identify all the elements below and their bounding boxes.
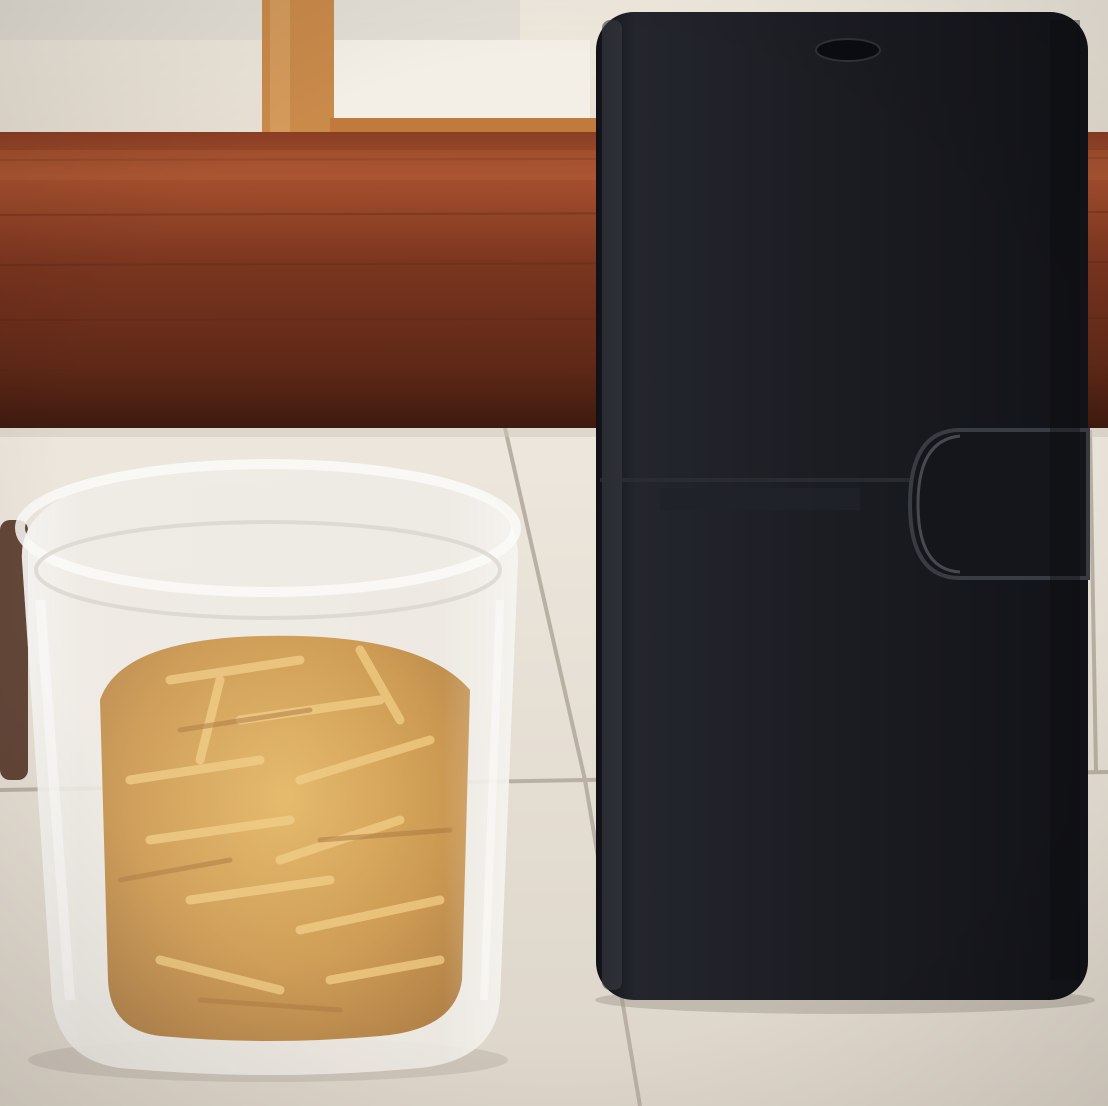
vignette bbox=[0, 0, 1108, 1106]
photo-scene bbox=[0, 0, 1108, 1106]
photo-canvas bbox=[0, 0, 1108, 1106]
